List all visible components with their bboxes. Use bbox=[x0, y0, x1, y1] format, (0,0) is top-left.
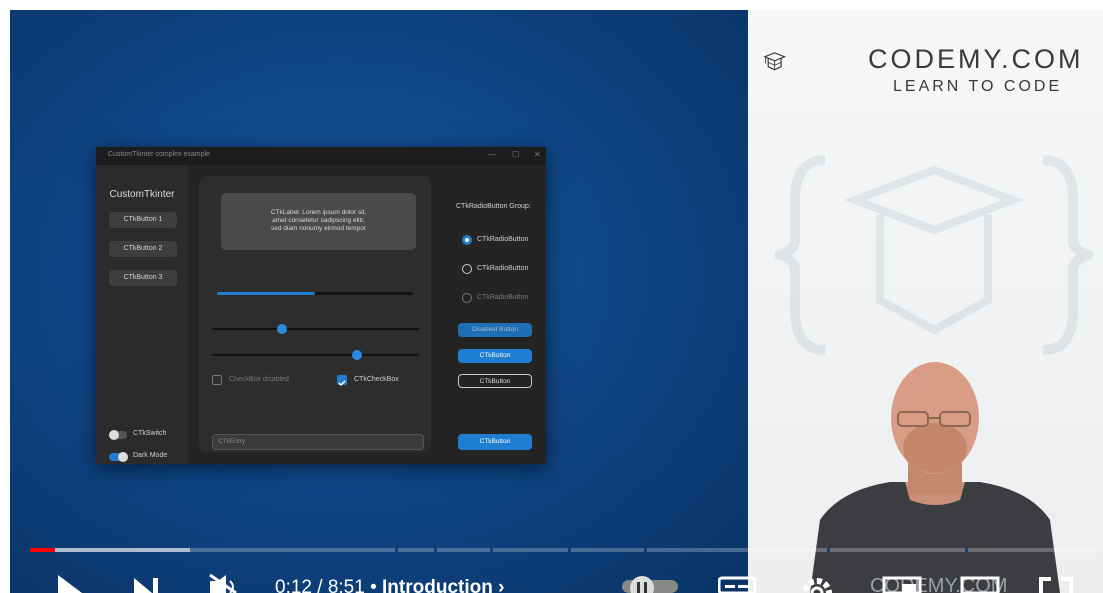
subtitles-icon[interactable] bbox=[718, 576, 756, 593]
duration: 8:51 bbox=[327, 577, 365, 593]
ctk-button-3[interactable]: CTkButton bbox=[458, 434, 532, 450]
slider-1-handle[interactable] bbox=[277, 324, 288, 334]
watermark-logo-icon bbox=[775, 155, 1093, 355]
time-separator: / bbox=[317, 577, 323, 593]
video-frame[interactable]: CODEMY.COM LEARN TO CODE CustomTkinter c… bbox=[10, 10, 1103, 593]
slider-2[interactable] bbox=[212, 350, 419, 360]
brand-name: CODEMY.COM bbox=[868, 44, 1084, 74]
slider-1[interactable] bbox=[212, 324, 419, 334]
brand-tagline: LEARN TO CODE bbox=[893, 78, 1063, 95]
chapter-marker bbox=[644, 548, 647, 552]
check-icon bbox=[338, 380, 346, 387]
ctk-button-1[interactable]: CTkButton bbox=[458, 349, 532, 363]
chapter-marker bbox=[434, 548, 437, 552]
app-window-title: CustomTkinter complex example bbox=[108, 151, 210, 158]
ctk-checkbox-label: CTkCheckBox bbox=[354, 376, 399, 383]
radio-button-3-label: CTkRadioButton bbox=[477, 294, 529, 301]
radio-button-3[interactable] bbox=[462, 293, 472, 303]
slider-2-handle[interactable] bbox=[351, 350, 362, 360]
progress-bar bbox=[217, 292, 413, 295]
ctk-button-2[interactable]: CTkButton bbox=[458, 374, 532, 388]
ctk-switch[interactable] bbox=[109, 430, 127, 440]
app-window: CustomTkinter complex example — ☐ ✕ Cust… bbox=[96, 147, 546, 464]
ctk-checkbox[interactable] bbox=[337, 375, 347, 387]
fullscreen-icon[interactable] bbox=[1038, 576, 1074, 593]
chapter-marker bbox=[568, 548, 571, 552]
chapter-title[interactable]: Introduction bbox=[382, 577, 493, 593]
settings-icon[interactable] bbox=[800, 576, 834, 593]
disabled-button[interactable]: Disabled Button bbox=[458, 323, 532, 337]
next-icon[interactable] bbox=[132, 576, 162, 593]
maximize-icon[interactable]: ☐ bbox=[512, 150, 519, 159]
radio-button-2-label: CTkRadioButton bbox=[477, 265, 529, 272]
radio-group-title: CTkRadioButton Group: bbox=[456, 203, 531, 210]
sidebar-button-1[interactable]: CTkButton 1 bbox=[109, 212, 177, 228]
radio-button-1[interactable] bbox=[462, 235, 472, 245]
mute-icon[interactable] bbox=[206, 573, 242, 593]
time-display: 0:12 / 8:51 • Introduction › bbox=[275, 577, 504, 593]
chapter-marker bbox=[827, 548, 830, 552]
app-sidebar: CustomTkinter CTkButton 1 CTkButton 2 CT… bbox=[96, 165, 188, 464]
ctk-label-line-1: CTkLabel: Lorem ipsum dolor sit, bbox=[270, 209, 367, 216]
played-bar bbox=[30, 548, 55, 552]
chapter-marker bbox=[395, 548, 398, 552]
graduation-cap-icon bbox=[763, 52, 787, 71]
sidebar-button-3[interactable]: CTkButton 3 bbox=[109, 270, 177, 286]
video-progress-bar[interactable] bbox=[30, 548, 1096, 552]
miniplayer-icon[interactable] bbox=[882, 576, 922, 593]
ctk-label-line-3: sed diam nonumy eirmod tempor bbox=[270, 225, 366, 232]
checkbox-disabled[interactable] bbox=[212, 375, 222, 385]
dark-mode-label: Dark Mode bbox=[133, 452, 168, 459]
minimize-icon[interactable]: — bbox=[488, 150, 496, 159]
autoplay-toggle-icon[interactable] bbox=[622, 576, 678, 593]
chapter-bullet: • bbox=[370, 577, 383, 593]
ctk-label-line-2: amet consetetur sadipscing elitr, bbox=[272, 217, 365, 224]
close-icon[interactable]: ✕ bbox=[534, 150, 541, 159]
current-time: 0:12 bbox=[275, 577, 312, 593]
ctk-label-box: CTkLabel: Lorem ipsum dolor sit, amet co… bbox=[221, 193, 416, 250]
app-titlebar: CustomTkinter complex example — ☐ ✕ bbox=[96, 147, 546, 165]
chevron-right-icon[interactable]: › bbox=[498, 577, 504, 593]
radio-button-2[interactable] bbox=[462, 264, 472, 274]
sidebar-button-2[interactable]: CTkButton 2 bbox=[109, 241, 177, 257]
sidebar-title: CustomTkinter bbox=[109, 189, 175, 200]
chapter-marker bbox=[965, 548, 968, 552]
progress-bar-fill bbox=[217, 292, 315, 295]
ctk-entry[interactable]: CTkEntry bbox=[212, 434, 424, 450]
checkbox-disabled-label: CheckBox disabled bbox=[229, 376, 289, 383]
chapter-marker bbox=[490, 548, 493, 552]
ctk-switch-label: CTkSwitch bbox=[133, 430, 167, 437]
radio-button-1-label: CTkRadioButton bbox=[477, 236, 529, 243]
dark-mode-switch[interactable] bbox=[109, 452, 128, 462]
theater-icon[interactable] bbox=[960, 576, 1000, 593]
main-panel: CTkLabel: Lorem ipsum dolor sit, amet co… bbox=[199, 176, 431, 452]
presenter-image: CODEMY.COM bbox=[810, 362, 1060, 593]
play-icon[interactable] bbox=[54, 573, 86, 593]
